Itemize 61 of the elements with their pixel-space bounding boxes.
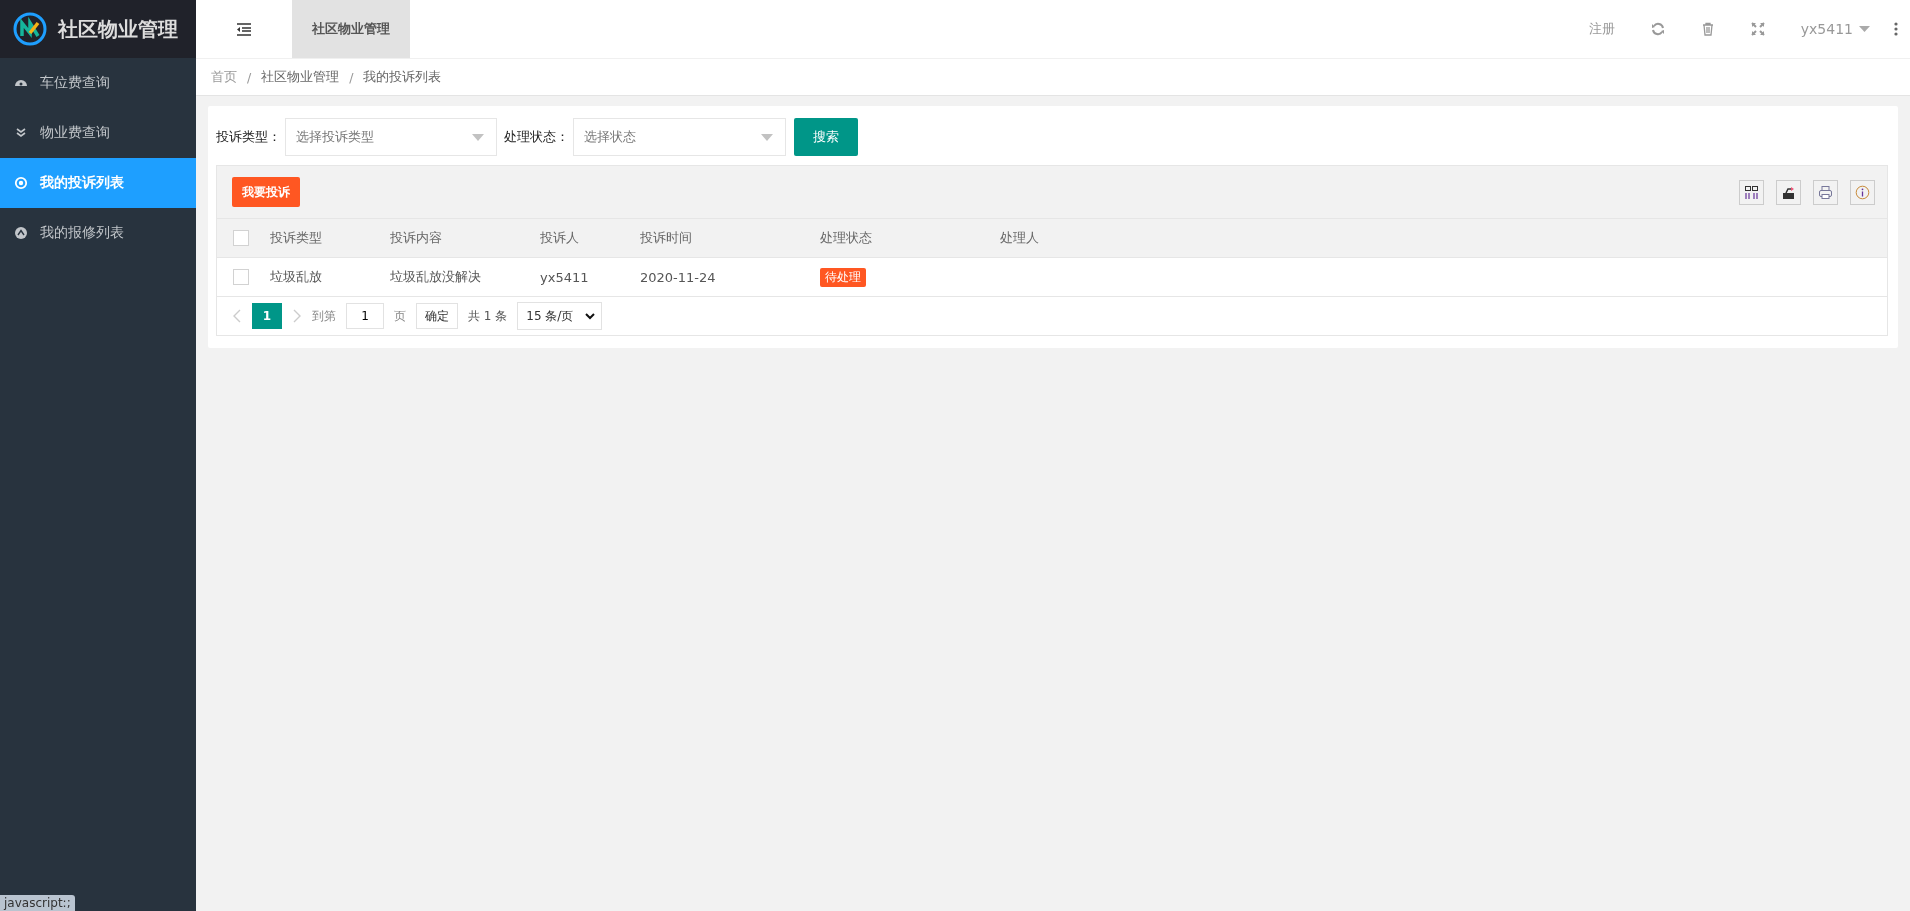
confirm-button[interactable]: 确定 — [416, 303, 458, 329]
column-header: 投诉类型 — [269, 229, 323, 247]
column-header: 投诉人 — [539, 229, 580, 247]
caret-icon — [761, 133, 773, 141]
columns-button[interactable] — [1739, 179, 1764, 205]
total-count: 共 1 条 — [468, 307, 508, 325]
table-cell-text: 垃圾乱放 — [269, 268, 323, 286]
menu-item-icon — [14, 226, 28, 240]
info-button[interactable] — [1850, 179, 1875, 205]
caret-icon — [472, 133, 484, 141]
table-cell-text: 垃圾乱放没解决 — [389, 268, 482, 286]
column-header: 处理状态 — [819, 229, 873, 247]
goto-label: 到第 — [312, 307, 336, 325]
print-button[interactable] — [1813, 179, 1838, 205]
breadcrumb-separator: / — [349, 69, 354, 85]
prev-page-icon[interactable] — [232, 309, 242, 323]
breadcrumb-separator: / — [247, 69, 252, 85]
breadcrumb-link[interactable]: 社区物业管理 — [261, 68, 340, 86]
status-tag: 待处理 — [820, 267, 866, 287]
app-title: 社区物业管理 — [58, 15, 178, 43]
caret-icon — [1859, 26, 1870, 32]
sidebar-item[interactable]: 物业费查询 — [0, 108, 196, 158]
more-icon[interactable] — [1894, 22, 1898, 36]
menu-icon[interactable] — [236, 22, 252, 36]
fullscreen-icon[interactable] — [1750, 22, 1765, 36]
register-link[interactable]: 注册 — [1588, 20, 1615, 38]
filter-label: 投诉类型： — [216, 128, 281, 146]
page-unit: 页 — [394, 307, 406, 325]
column-header: 处理人 — [999, 229, 1040, 247]
printer-icon — [1818, 184, 1833, 200]
header-tab[interactable]: 社区物业管理 — [292, 0, 410, 58]
row-checkbox[interactable] — [233, 269, 249, 285]
breadcrumb-link[interactable]: 我的投诉列表 — [363, 68, 442, 86]
chevron-down-icon — [585, 312, 596, 320]
export-button[interactable] — [1776, 179, 1801, 205]
filter-label: 处理状态： — [504, 128, 569, 146]
add-complaint-button[interactable]: 我要投诉 — [232, 177, 300, 207]
page-input[interactable]: 1 — [346, 303, 384, 329]
logo-icon — [12, 11, 48, 47]
next-page-icon[interactable] — [292, 309, 302, 323]
breadcrumb-link[interactable]: 首页 — [211, 68, 237, 86]
menu-item-icon — [14, 176, 28, 190]
sidebar-item[interactable]: 我的报修列表 — [0, 208, 196, 258]
page-size-select[interactable]: 15 条/页 — [517, 302, 603, 330]
export-icon — [1781, 184, 1796, 200]
status-bar-url: javascript:; — [0, 895, 75, 911]
columns-icon — [1744, 184, 1759, 200]
page-button[interactable]: 1 — [252, 303, 282, 329]
search-button[interactable]: 搜索 — [794, 118, 858, 156]
table-cell-text: yx5411 — [539, 269, 590, 285]
select-field[interactable]: 选择投诉类型 — [285, 118, 497, 156]
refresh-icon[interactable] — [1650, 22, 1665, 36]
select-all-checkbox[interactable] — [233, 230, 249, 246]
info-icon — [1855, 184, 1870, 200]
select-field[interactable]: 选择状态 — [573, 118, 786, 156]
menu-item-icon — [14, 126, 28, 140]
trash-icon[interactable] — [1700, 22, 1715, 36]
table-cell-text: 2020-11-24 — [639, 269, 717, 285]
column-header: 投诉时间 — [639, 229, 693, 247]
sidebar-item[interactable]: 车位费查询 — [0, 58, 196, 108]
column-header: 投诉内容 — [389, 229, 443, 247]
